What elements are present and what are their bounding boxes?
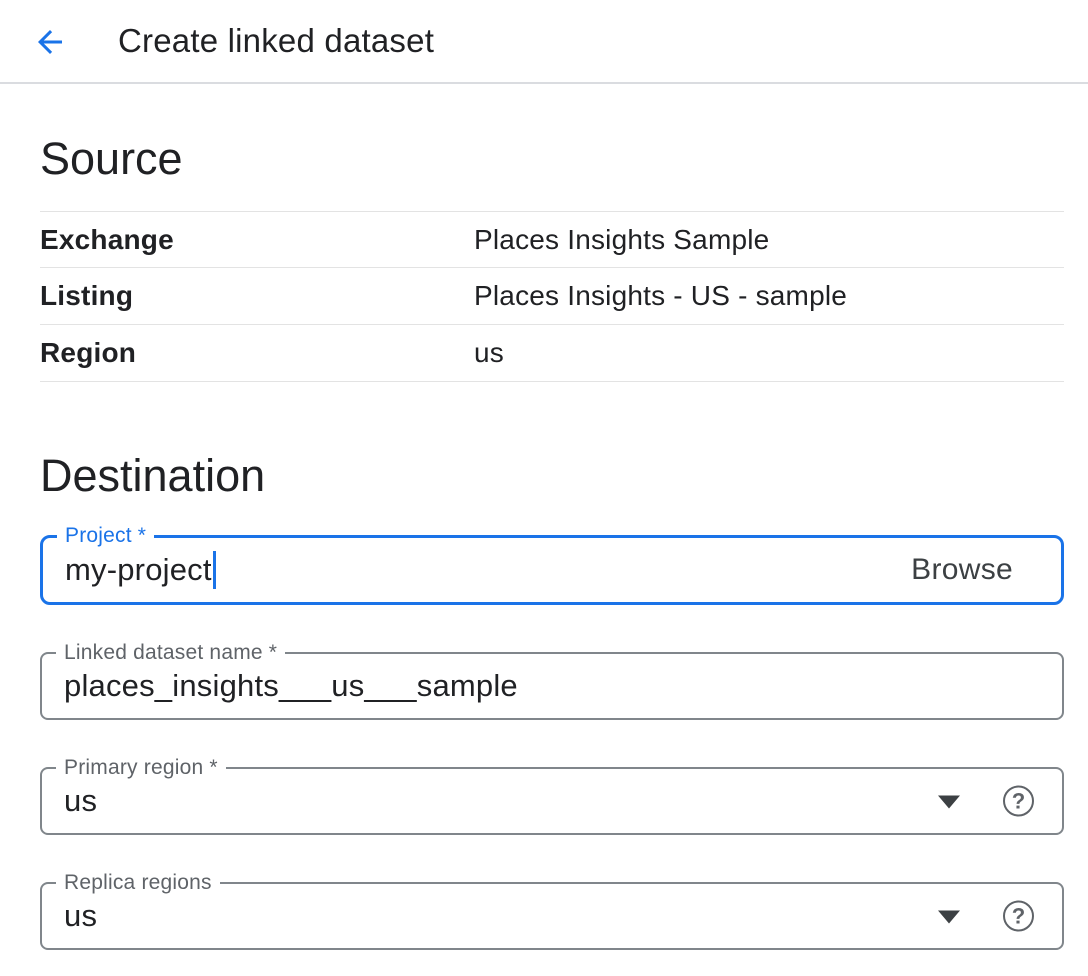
- browse-button[interactable]: Browse: [909, 547, 1015, 593]
- dropdown-arrow-icon[interactable]: [938, 796, 960, 809]
- exchange-value: Places Insights Sample: [474, 224, 769, 256]
- arrow-back-icon: [32, 24, 68, 60]
- primary-region-field[interactable]: Primary region * us ?: [40, 767, 1064, 835]
- replica-regions-select[interactable]: us: [64, 898, 97, 934]
- project-field[interactable]: Project * my-project Browse: [40, 535, 1064, 605]
- help-icon[interactable]: ?: [1003, 786, 1034, 817]
- replica-regions-field[interactable]: Replica regions us ?: [40, 882, 1064, 950]
- replica-regions-value: us: [64, 898, 97, 934]
- help-icon[interactable]: ?: [1003, 901, 1034, 932]
- table-row-exchange: Exchange Places Insights Sample: [40, 211, 1064, 268]
- table-row-region: Region us: [40, 325, 1064, 382]
- destination-section-heading: Destination: [40, 453, 1064, 499]
- listing-label: Listing: [40, 280, 474, 312]
- linked-dataset-name-label: Linked dataset name *: [56, 641, 285, 665]
- replica-regions-label: Replica regions: [56, 871, 220, 895]
- primary-region-value: us: [64, 783, 97, 819]
- dropdown-arrow-icon[interactable]: [938, 911, 960, 924]
- primary-region-label: Primary region *: [56, 756, 226, 780]
- page-title: Create linked dataset: [118, 22, 434, 60]
- exchange-label: Exchange: [40, 224, 474, 256]
- project-input[interactable]: my-project: [65, 551, 216, 589]
- form-content: Source Exchange Places Insights Sample L…: [0, 136, 1088, 950]
- linked-dataset-name-field[interactable]: Linked dataset name * places_insights___…: [40, 652, 1064, 720]
- table-row-listing: Listing Places Insights - US - sample: [40, 268, 1064, 325]
- source-section-heading: Source: [40, 136, 1064, 182]
- project-field-label: Project *: [57, 524, 154, 548]
- project-input-value: my-project: [65, 552, 212, 588]
- region-label: Region: [40, 337, 474, 369]
- source-table: Exchange Places Insights Sample Listing …: [40, 211, 1064, 382]
- listing-value: Places Insights - US - sample: [474, 280, 847, 312]
- page-header: Create linked dataset: [0, 0, 1088, 84]
- text-cursor: [213, 551, 216, 589]
- back-button[interactable]: [30, 22, 70, 62]
- linked-dataset-name-input[interactable]: places_insights___us___sample: [64, 668, 518, 704]
- linked-dataset-name-value: places_insights___us___sample: [64, 668, 518, 704]
- region-value: us: [474, 337, 504, 369]
- primary-region-select[interactable]: us: [64, 783, 97, 819]
